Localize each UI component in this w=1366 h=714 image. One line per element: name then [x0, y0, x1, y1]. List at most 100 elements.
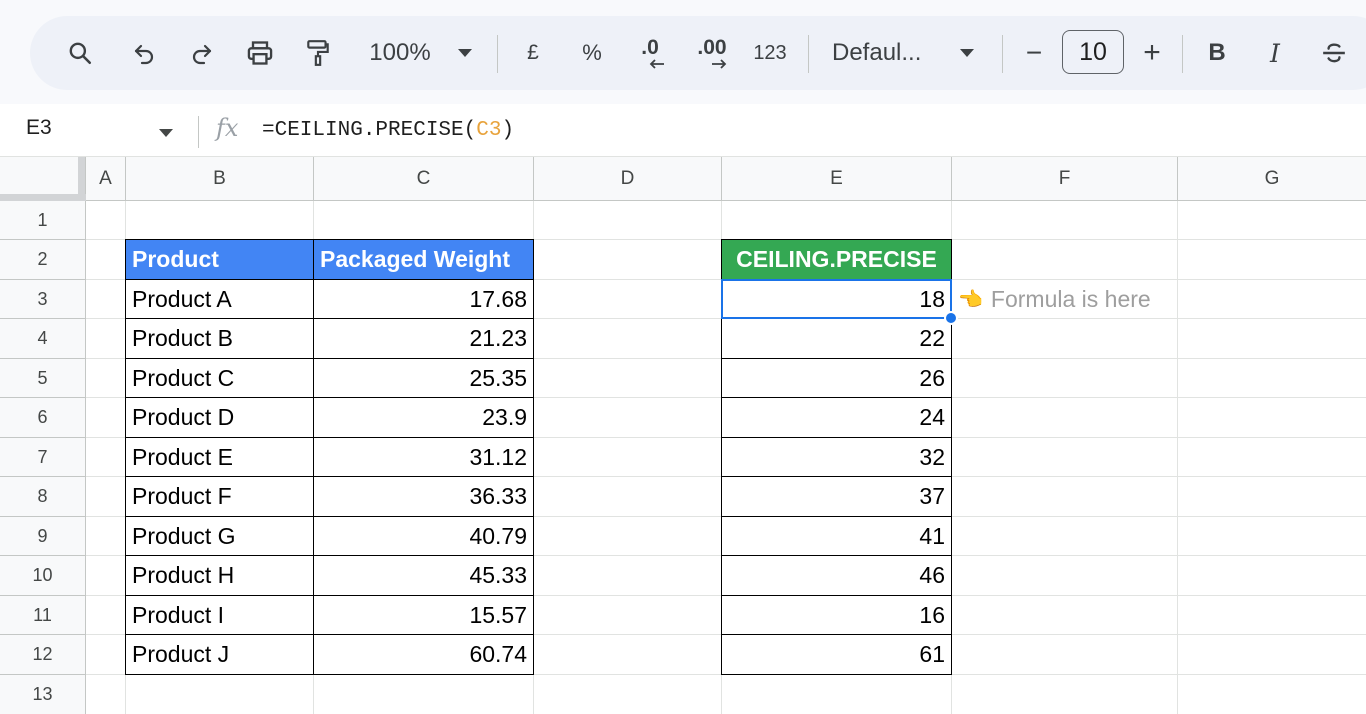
product-cell[interactable]: Product F — [125, 476, 314, 517]
product-cell[interactable]: Product B — [125, 318, 314, 359]
row-header[interactable]: 2 — [0, 240, 85, 280]
row-header[interactable]: 1 — [0, 201, 85, 240]
fx-icon: fx — [216, 114, 239, 142]
currency-label: £ — [527, 41, 539, 64]
product-cell[interactable]: Product I — [125, 595, 314, 635]
row-header[interactable]: 9 — [0, 517, 85, 556]
result-cell[interactable]: 22 — [721, 318, 952, 359]
font-dropdown-button[interactable] — [952, 16, 982, 90]
result-cell[interactable]: 24 — [721, 397, 952, 438]
caret-down-icon — [458, 49, 472, 57]
active-cell-selection[interactable] — [721, 279, 952, 319]
column-header-g[interactable]: G — [1178, 157, 1366, 201]
currency-format-button[interactable]: £ — [518, 16, 548, 90]
row-header[interactable]: 7 — [0, 438, 85, 477]
row-header[interactable]: 11 — [0, 596, 85, 635]
search-menus-button[interactable] — [60, 16, 100, 90]
product-cell[interactable]: Product D — [125, 397, 314, 438]
result-cell[interactable]: 37 — [721, 476, 952, 517]
header-cell-ceiling-precise[interactable]: CEILING.PRECISE — [721, 239, 952, 280]
row-header[interactable]: 4 — [0, 319, 85, 359]
weight-cell[interactable]: 45.33 — [313, 555, 534, 596]
row-header[interactable]: 5 — [0, 359, 85, 398]
increase-decimal-button[interactable]: .00 — [690, 16, 734, 90]
decrease-decimal-button[interactable]: .0 — [630, 16, 670, 90]
font-size-input[interactable]: 10 — [1062, 30, 1124, 74]
column-header-b[interactable]: B — [126, 157, 314, 201]
zoom-dropdown-button[interactable] — [450, 16, 480, 90]
header-cell-product[interactable]: Product — [125, 239, 314, 280]
cell-area[interactable]: Product Packaged Weight CEILING.PRECISE … — [86, 201, 1366, 714]
italic-button[interactable]: I — [1258, 16, 1292, 90]
weight-cell[interactable]: 17.68 — [313, 279, 534, 319]
weight-cell[interactable]: 36.33 — [313, 476, 534, 517]
font-name-value: Defaul... — [832, 39, 922, 66]
percent-label: % — [582, 40, 602, 65]
redo-button[interactable] — [184, 16, 220, 90]
formula-note-text: Formula is here — [990, 285, 1151, 312]
column-header-f[interactable]: F — [952, 157, 1178, 201]
toolbar-divider — [497, 35, 498, 73]
result-cell[interactable]: 26 — [721, 358, 952, 398]
product-cell[interactable]: Product A — [125, 279, 314, 319]
undo-button[interactable] — [126, 16, 162, 90]
row-header[interactable]: 12 — [0, 635, 85, 675]
weight-cell[interactable]: 23.9 — [313, 397, 534, 438]
caret-down-icon — [960, 49, 974, 57]
paint-format-button[interactable] — [300, 16, 336, 90]
result-cell[interactable]: 61 — [721, 634, 952, 675]
product-cell[interactable]: Product H — [125, 555, 314, 596]
increase-font-size-button[interactable]: + — [1134, 16, 1170, 90]
formula-prefix: =CEILING.PRECISE( — [262, 119, 477, 142]
weight-cell[interactable]: 60.74 — [313, 634, 534, 675]
column-header-e[interactable]: E — [722, 157, 952, 201]
column-header-d[interactable]: D — [534, 157, 722, 201]
more-formats-button[interactable]: 123 — [750, 16, 790, 90]
formula-note: 👈 Formula is here — [958, 279, 1151, 319]
zoom-value: 100% — [369, 39, 431, 66]
number-format-label: 123 — [753, 41, 787, 64]
row-header[interactable]: 3 — [0, 280, 85, 319]
formula-bar-divider — [198, 116, 199, 148]
toolbar-divider — [1002, 35, 1003, 73]
weight-cell[interactable]: 25.35 — [313, 358, 534, 398]
arrow-right-icon — [712, 59, 727, 69]
arrow-left-icon — [649, 59, 664, 69]
font-family-select[interactable]: Defaul... — [832, 16, 942, 90]
formula-reference: C3 — [476, 119, 502, 142]
select-all-corner[interactable] — [0, 157, 86, 201]
result-cell[interactable]: 46 — [721, 555, 952, 596]
decrease-font-size-button[interactable]: − — [1016, 16, 1052, 90]
bold-icon: B — [1208, 39, 1226, 66]
row-header[interactable]: 8 — [0, 477, 85, 517]
result-cell[interactable]: 16 — [721, 595, 952, 635]
row-header[interactable]: 6 — [0, 398, 85, 438]
print-button[interactable] — [240, 16, 280, 90]
bold-button[interactable]: B — [1200, 16, 1234, 90]
result-cell[interactable]: 41 — [721, 516, 952, 556]
weight-cell[interactable]: 21.23 — [313, 318, 534, 359]
zoom-select[interactable]: 100% — [360, 16, 440, 90]
row-header[interactable]: 10 — [0, 556, 85, 596]
toolbar-divider — [1182, 35, 1183, 73]
product-cell[interactable]: Product E — [125, 437, 314, 477]
row-header[interactable]: 13 — [0, 675, 85, 714]
column-header-c[interactable]: C — [314, 157, 534, 201]
formula-input[interactable]: =CEILING.PRECISE(C3) — [262, 119, 514, 142]
product-cell[interactable]: Product G — [125, 516, 314, 556]
name-box-dropdown[interactable] — [158, 125, 174, 143]
percent-format-button[interactable]: % — [575, 16, 609, 90]
header-cell-packaged-weight[interactable]: Packaged Weight — [313, 239, 534, 280]
weight-cell[interactable]: 31.12 — [313, 437, 534, 477]
weight-cell[interactable]: 15.57 — [313, 595, 534, 635]
name-box[interactable]: E3 — [26, 116, 52, 140]
row-headers: 1 2 3 4 5 6 7 8 9 10 11 12 13 — [0, 201, 86, 714]
strikethrough-button[interactable] — [1316, 16, 1352, 90]
italic-icon: I — [1270, 38, 1280, 68]
product-cell[interactable]: Product C — [125, 358, 314, 398]
result-cell[interactable]: 32 — [721, 437, 952, 477]
product-cell[interactable]: Product J — [125, 634, 314, 675]
weight-cell[interactable]: 40.79 — [313, 516, 534, 556]
fill-handle[interactable] — [944, 311, 958, 325]
column-header-a[interactable]: A — [86, 157, 126, 201]
